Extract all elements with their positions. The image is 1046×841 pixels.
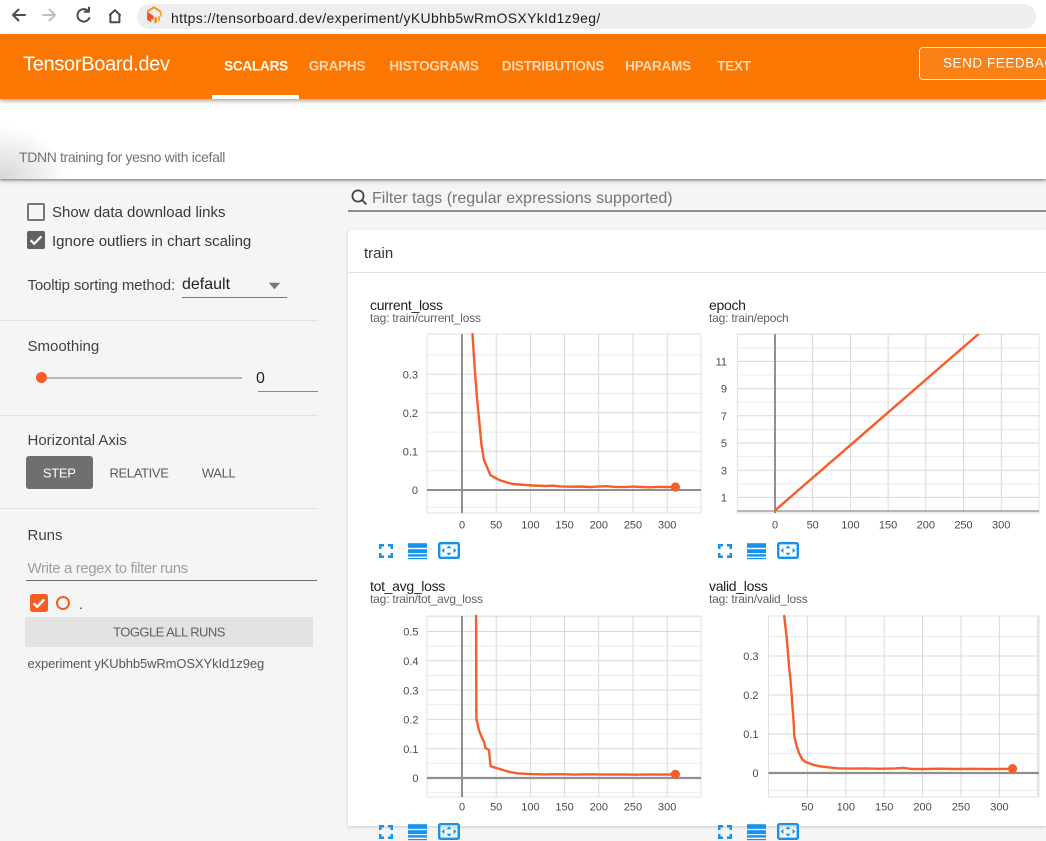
svg-text:250: 250 <box>624 802 642 814</box>
svg-text:0.3: 0.3 <box>403 685 418 697</box>
svg-text:200: 200 <box>590 802 608 814</box>
svg-text:100: 100 <box>837 802 855 814</box>
svg-text:150: 150 <box>875 802 893 814</box>
svg-text:9: 9 <box>721 384 727 396</box>
svg-text:5: 5 <box>721 438 727 450</box>
svg-text:100: 100 <box>841 520 859 532</box>
svg-text:0.1: 0.1 <box>403 447 418 459</box>
svg-text:250: 250 <box>954 520 972 532</box>
svg-text:300: 300 <box>658 520 676 532</box>
svg-text:0.2: 0.2 <box>403 715 418 727</box>
svg-text:0.3: 0.3 <box>403 369 418 381</box>
svg-text:1: 1 <box>721 493 727 505</box>
svg-text:7: 7 <box>721 411 727 423</box>
svg-text:150: 150 <box>555 802 573 814</box>
svg-text:100: 100 <box>521 802 539 814</box>
svg-text:0: 0 <box>459 802 465 814</box>
svg-text:100: 100 <box>521 520 539 532</box>
svg-text:0: 0 <box>412 773 418 785</box>
svg-text:0.2: 0.2 <box>743 690 758 702</box>
svg-text:0.5: 0.5 <box>403 627 418 639</box>
svg-text:200: 200 <box>913 802 931 814</box>
svg-text:11: 11 <box>716 357 727 369</box>
svg-text:0.1: 0.1 <box>743 729 758 741</box>
svg-text:3: 3 <box>721 465 727 477</box>
svg-text:0: 0 <box>772 520 778 532</box>
svg-text:0.3: 0.3 <box>743 651 758 663</box>
svg-text:0.2: 0.2 <box>403 408 418 420</box>
svg-text:50: 50 <box>490 802 502 814</box>
svg-text:200: 200 <box>917 520 935 532</box>
svg-text:300: 300 <box>992 520 1010 532</box>
svg-text:0: 0 <box>412 485 418 497</box>
svg-text:0: 0 <box>752 768 758 780</box>
svg-text:200: 200 <box>590 520 608 532</box>
svg-text:300: 300 <box>990 802 1008 814</box>
svg-text:50: 50 <box>801 802 813 814</box>
svg-text:0: 0 <box>459 520 465 532</box>
svg-text:50: 50 <box>807 520 819 532</box>
svg-text:250: 250 <box>952 802 970 814</box>
svg-text:300: 300 <box>658 802 676 814</box>
svg-text:0.1: 0.1 <box>403 744 418 756</box>
svg-text:150: 150 <box>879 520 897 532</box>
svg-text:50: 50 <box>490 520 502 532</box>
svg-text:150: 150 <box>555 520 573 532</box>
svg-text:0.4: 0.4 <box>403 656 418 668</box>
svg-text:250: 250 <box>624 520 642 532</box>
